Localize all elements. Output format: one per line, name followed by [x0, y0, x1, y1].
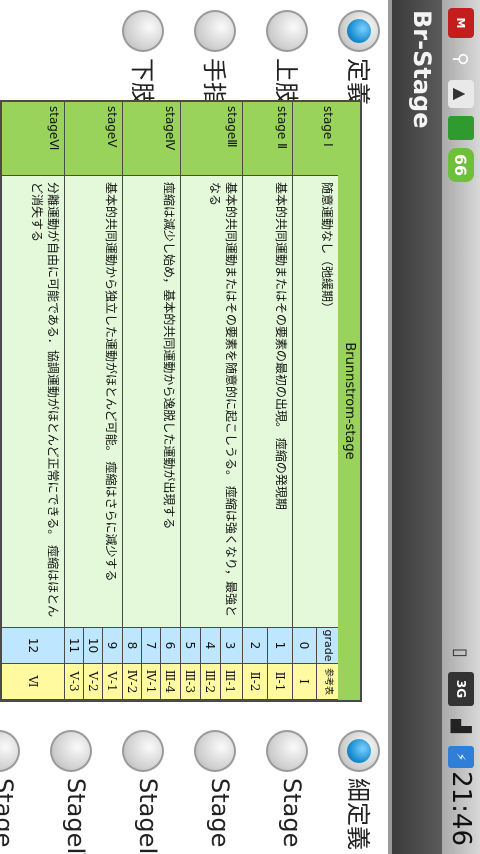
option-label: Stage Ⅰ — [278, 778, 306, 854]
android-debug-icon: ▲ — [448, 80, 474, 108]
grade-cell: 2 — [242, 628, 267, 664]
radio-button[interactable] — [122, 10, 164, 52]
grade-cell: 1 — [267, 628, 292, 664]
landscape-screen: M ⚲ ▲ 66 ▯ 3G ▟ ⚡ 21:46 Br-Stage 定義 上肢 手… — [0, 0, 480, 854]
grade-header: grade — [316, 628, 338, 664]
grade-cell: 9 — [102, 628, 122, 664]
vibrate-icon: ▯ — [450, 648, 472, 658]
brunnstrom-table: Brunnstrom-stage grade 参考表記 stage Ⅰ 随意運動… — [0, 100, 362, 702]
ref-cell: Ⅰ — [292, 664, 316, 700]
grade-cell: 12 — [2, 628, 64, 664]
stage-cell: stage Ⅱ — [242, 102, 292, 176]
grade-cell: 11 — [64, 628, 83, 664]
ref-cell: Ⅳ-1 — [141, 664, 160, 700]
option-stage-2[interactable]: Stage Ⅱ — [186, 720, 244, 854]
option-stage-1[interactable]: Stage Ⅰ — [258, 720, 316, 854]
grade-cell: 6 — [160, 628, 180, 664]
stage-description: 基本的共同運動またはその要素の最初の出現。 痙縮の発現期 — [242, 176, 292, 628]
option-label: StageⅢ — [134, 778, 162, 854]
option-label: 定義 — [344, 58, 372, 106]
ref-cell: Ⅳ-2 — [122, 664, 141, 700]
option-label: Stage Ⅱ — [206, 778, 234, 854]
radio-button[interactable] — [194, 10, 236, 52]
app-badge-icon: 66 — [448, 148, 474, 182]
option-stage-5[interactable]: Stage Ⅴ — [0, 720, 28, 854]
ref-cell: Ⅴ-1 — [102, 664, 122, 700]
ref-header: 参考表記 — [316, 664, 338, 700]
sd-card-icon — [448, 116, 474, 140]
app-title: Br-Stage — [408, 10, 436, 129]
grade-cell: 4 — [200, 628, 220, 664]
ref-cell: Ⅱ-1 — [267, 664, 292, 700]
radio-button[interactable] — [266, 10, 308, 52]
stage-cell: stageⅥ — [2, 102, 64, 176]
grade-cell: 0 — [292, 628, 316, 664]
stage-description: 基本的共同運動から独立した運動がほとんど可能。 痙縮はさらに減少する — [64, 176, 122, 628]
table-title: Brunnstrom-stage — [337, 102, 360, 700]
stage-description: 分離運動が自由に可能である．協調運動がほとんど正常にできる。 痙縮はほとんど消失… — [2, 176, 64, 628]
grade-cell: 10 — [83, 628, 102, 664]
ref-cell: Ⅵ — [2, 664, 64, 700]
option-label: Stage Ⅴ — [0, 778, 18, 854]
ref-cell: Ⅲ-2 — [200, 664, 220, 700]
radio-button[interactable] — [194, 730, 236, 772]
option-detail-definition[interactable]: 細定義 — [330, 720, 388, 850]
mcafee-icon: M — [448, 8, 474, 38]
ref-cell: Ⅲ-3 — [180, 664, 200, 700]
stage-cell: stageⅢ — [180, 102, 242, 176]
signal-icon: ▟ — [450, 719, 472, 733]
option-label: 細定義 — [344, 778, 372, 850]
stage-description: 基本的共同運動またはその要素を随意的に起こしうる。 痙縮は強くなり，最強となる — [180, 176, 242, 628]
ref-cell: Ⅲ-4 — [160, 664, 180, 700]
ref-cell: Ⅱ-2 — [242, 664, 267, 700]
ref-cell: Ⅲ-1 — [220, 664, 242, 700]
radio-button[interactable] — [0, 730, 20, 772]
network-type-icon: 3G — [448, 672, 474, 706]
grade-cell: 5 — [180, 628, 200, 664]
stage-cell: stageⅤ — [64, 102, 122, 176]
grade-cell: 8 — [122, 628, 141, 664]
option-label: StageⅣ — [62, 778, 90, 854]
option-stage-3[interactable]: StageⅢ — [114, 720, 172, 854]
radio-button[interactable] — [266, 730, 308, 772]
title-bar: Br-Stage — [388, 0, 442, 854]
stage-cell: stage Ⅰ — [292, 102, 338, 176]
option-stage-4[interactable]: StageⅣ — [42, 720, 100, 854]
ref-cell: Ⅴ-2 — [83, 664, 102, 700]
radio-button[interactable] — [50, 730, 92, 772]
radio-button-checked[interactable] — [338, 730, 380, 772]
app-badge-count: 66 — [451, 153, 471, 177]
radio-button[interactable] — [122, 730, 164, 772]
status-time: 21:46 — [446, 771, 476, 846]
option-label: 上肢 — [272, 58, 300, 106]
network-type-label: 3G — [454, 679, 468, 699]
stage-cell: stageⅣ — [122, 102, 180, 176]
ref-cell: Ⅴ-3 — [64, 664, 83, 700]
stage-description: 随意運動なし（弛緩期） — [292, 176, 338, 628]
radio-button-checked[interactable] — [338, 10, 380, 52]
battery-icon: ⚡ — [448, 746, 474, 768]
stage-description: 痙縮は減少し始め，基本的共同運動から逸脱した運動が出現する — [122, 176, 180, 628]
grade-cell: 7 — [141, 628, 160, 664]
option-label: 下肢 — [128, 58, 156, 106]
status-bar: M ⚲ ▲ 66 ▯ 3G ▟ ⚡ 21:46 — [442, 0, 480, 854]
option-label: 手指 — [200, 58, 228, 106]
grade-cell: 3 — [220, 628, 242, 664]
usb-icon: ⚲ — [450, 52, 472, 66]
